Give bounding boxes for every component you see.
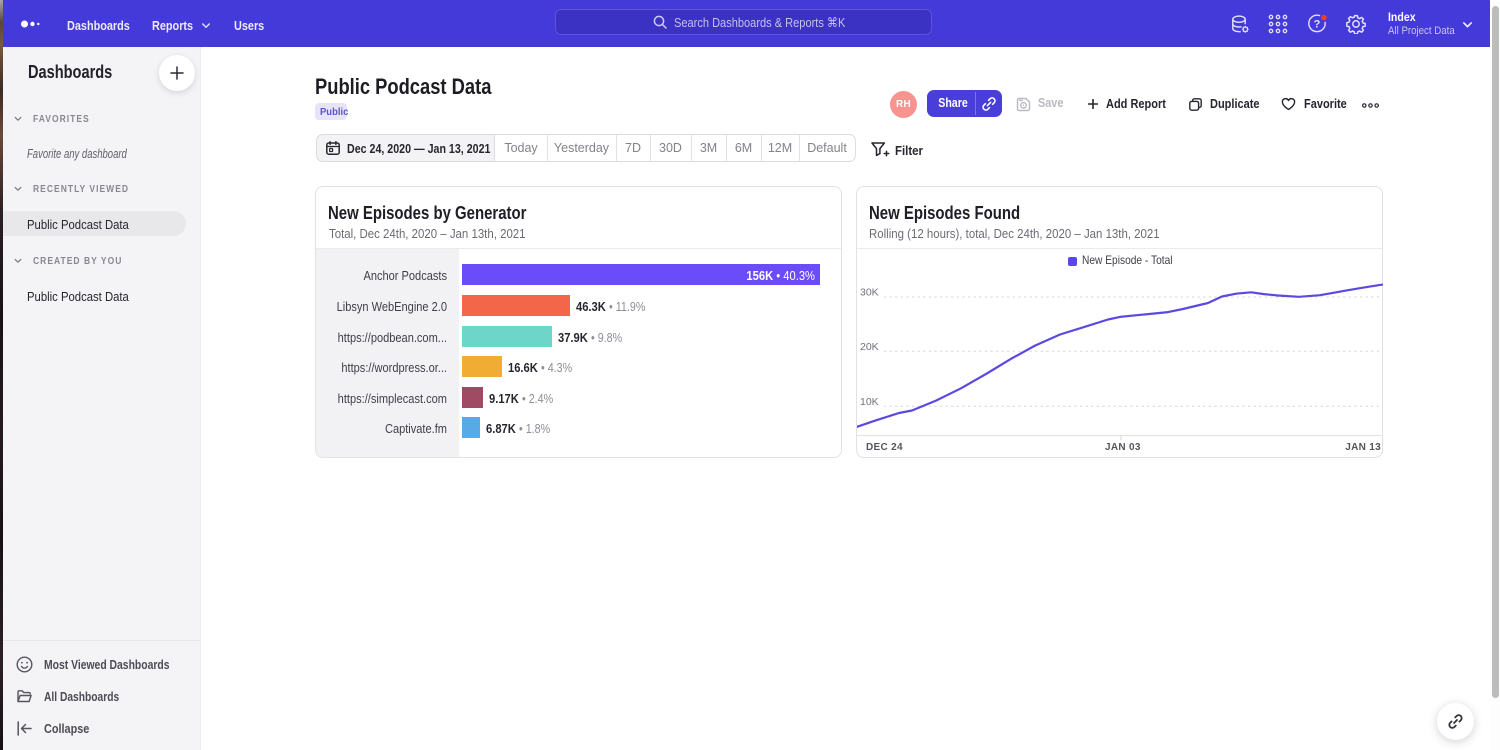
svg-text:JAN 13: JAN 13 — [1345, 442, 1381, 452]
svg-text:30K: 30K — [860, 287, 879, 299]
svg-text:?: ? — [1314, 19, 1321, 31]
svg-text:JAN 03: JAN 03 — [1105, 442, 1141, 452]
svg-text:20K: 20K — [860, 341, 879, 353]
svg-text:DEC 24: DEC 24 — [866, 442, 903, 452]
svg-text:10K: 10K — [860, 396, 879, 408]
